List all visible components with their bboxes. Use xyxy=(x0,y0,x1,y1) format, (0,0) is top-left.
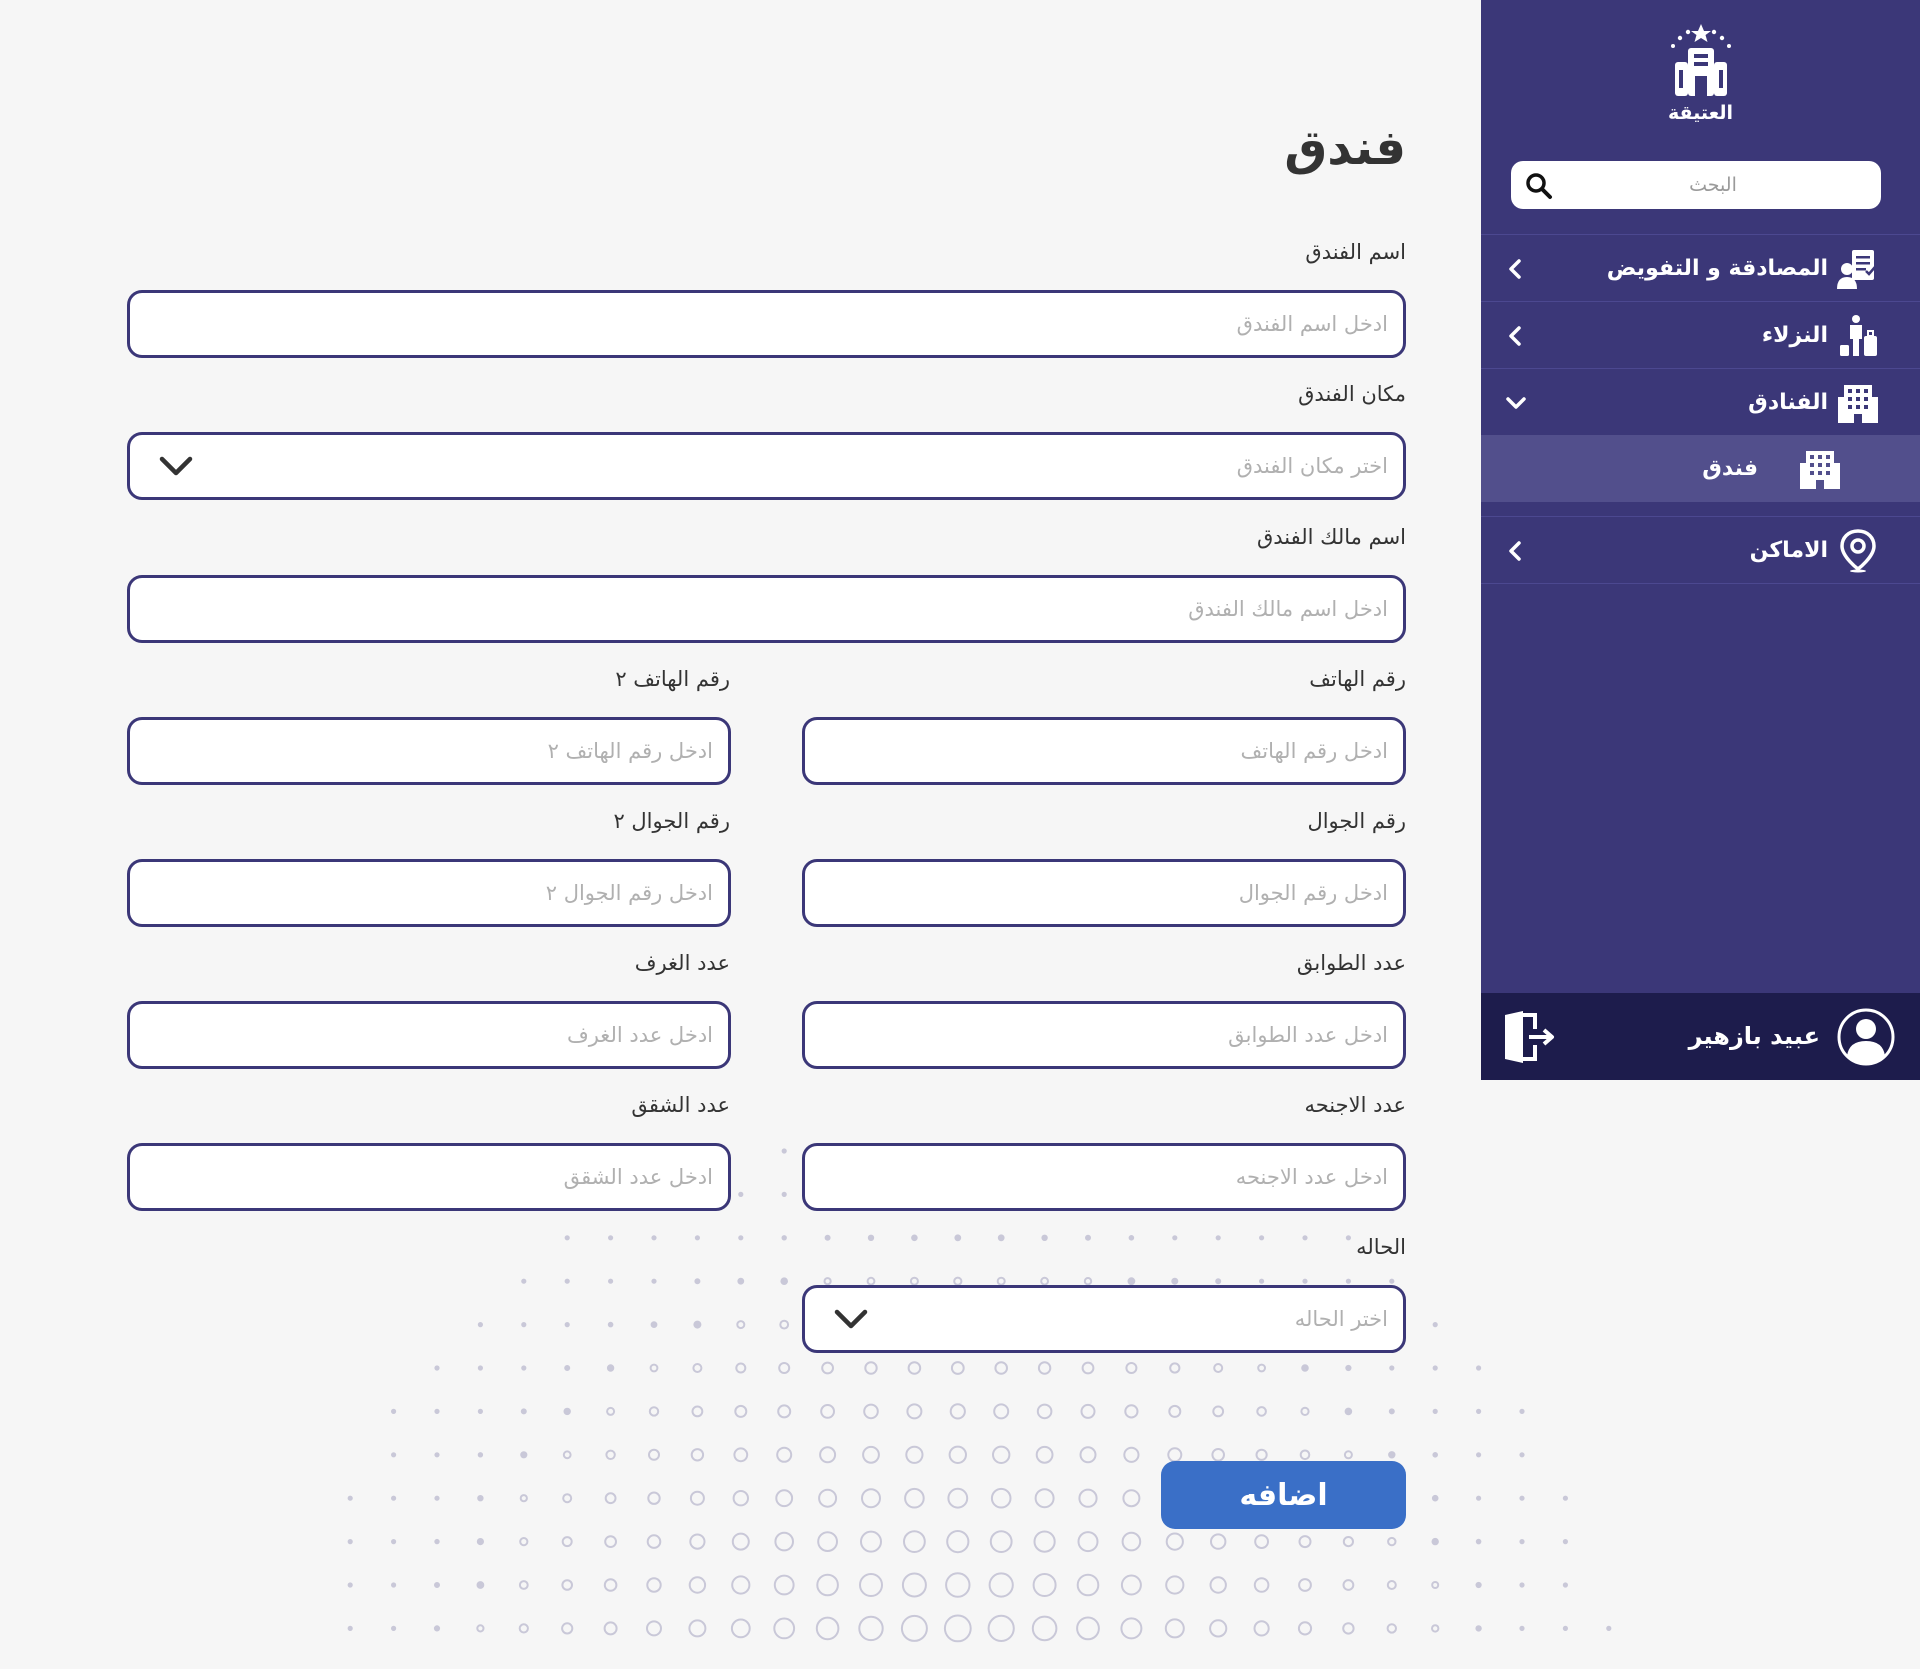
owner-name-label: اسم مالك الفندق xyxy=(1256,525,1406,549)
phone2-label: رقم الهاتف ٢ xyxy=(615,667,730,691)
sidebar-item-auth[interactable]: المصادقة و التفويض xyxy=(1481,234,1920,301)
mobile2-label: رقم الجوال ٢ xyxy=(613,809,730,833)
hotel-name-field xyxy=(127,290,1406,358)
background-dot xyxy=(1519,1408,1525,1415)
background-dot xyxy=(1562,1495,1569,1501)
location-pin-icon xyxy=(1840,529,1876,573)
background-dot xyxy=(1519,1582,1525,1588)
sidebar-item-label: المصادقة و التفويض xyxy=(1606,256,1828,281)
hotel-location-placeholder: اختر مكان الفندق xyxy=(1236,454,1388,478)
apartments-label: عدد الشقق xyxy=(631,1093,730,1117)
mobile-field xyxy=(802,859,1406,927)
building-icon xyxy=(1838,385,1878,423)
phone-input[interactable] xyxy=(805,720,1403,782)
phone2-field xyxy=(127,717,731,785)
suites-label: عدد الاجنحه xyxy=(1304,1093,1406,1117)
background-dot xyxy=(1562,1539,1569,1545)
owner-name-field xyxy=(127,575,1406,643)
chevron-left-icon xyxy=(1509,326,1521,346)
chevron-left-icon xyxy=(1509,541,1521,561)
mobile-label: رقم الجوال xyxy=(1307,809,1406,833)
sidebar-item-label: الفنادق xyxy=(1748,390,1828,415)
background-dot xyxy=(1562,1625,1569,1632)
status-placeholder: اختر الحاله xyxy=(1294,1307,1388,1331)
search-box xyxy=(1511,161,1881,209)
floors-label: عدد الطوابق xyxy=(1296,951,1406,975)
background-dot xyxy=(1519,1625,1525,1632)
background-dot xyxy=(1519,1495,1525,1501)
hotel-location-select[interactable]: اختر مكان الفندق xyxy=(127,432,1406,500)
rooms-field xyxy=(127,1001,731,1069)
user-name: عبيد بازهير xyxy=(1688,1022,1820,1050)
document-user-icon xyxy=(1837,250,1876,289)
sidebar: العتيقة المصادقة و التفويض xyxy=(1481,0,1920,1080)
phone2-input[interactable] xyxy=(130,720,728,782)
suites-input[interactable] xyxy=(805,1146,1403,1208)
background-dot xyxy=(1562,1582,1569,1588)
mobile2-input[interactable] xyxy=(130,862,728,924)
mobile2-field xyxy=(127,859,731,927)
logout-icon[interactable] xyxy=(1501,1011,1557,1063)
chevron-left-icon xyxy=(1509,259,1521,279)
building-icon xyxy=(1800,451,1840,489)
suites-field xyxy=(802,1143,1406,1211)
background-dot xyxy=(1519,1539,1525,1545)
background-dot xyxy=(1606,1625,1612,1632)
logo-text: العتيقة xyxy=(1667,102,1734,124)
user-avatar-icon[interactable] xyxy=(1837,1008,1895,1066)
sidebar-item-guests[interactable]: النزلاء xyxy=(1481,301,1920,368)
rooms-label: عدد الغرف xyxy=(634,951,730,975)
phone-field xyxy=(802,717,1406,785)
chevron-down-icon xyxy=(1506,397,1526,409)
mobile-input[interactable] xyxy=(805,862,1403,924)
phone-label: رقم الهاتف xyxy=(1309,667,1406,691)
sidebar-item-places[interactable]: الاماكن xyxy=(1481,516,1920,583)
hotel-name-input[interactable] xyxy=(130,293,1403,355)
status-select[interactable]: اختر الحاله xyxy=(802,1285,1406,1353)
sidebar-subitem-label: فندق xyxy=(1702,456,1758,481)
background-dot xyxy=(1519,1452,1525,1458)
sidebar-subitem-hotel[interactable]: فندق xyxy=(1481,435,1920,502)
user-bar: عبيد بازهير xyxy=(1481,993,1920,1080)
hotel-location-label: مكان الفندق xyxy=(1298,382,1406,406)
traveler-luggage-icon xyxy=(1840,315,1877,356)
search-input[interactable] xyxy=(1563,161,1863,209)
chevron-down-icon[interactable] xyxy=(158,453,194,479)
sidebar-item-label: الاماكن xyxy=(1749,538,1828,563)
hotel-name-label: اسم الفندق xyxy=(1305,240,1406,264)
divider xyxy=(1481,583,1920,584)
sidebar-item-hotels[interactable]: الفنادق xyxy=(1481,368,1920,435)
search-icon[interactable] xyxy=(1525,172,1553,200)
hotel-logo-icon xyxy=(1670,24,1731,96)
rooms-input[interactable] xyxy=(130,1004,728,1066)
owner-name-input[interactable] xyxy=(130,578,1403,640)
apartments-field xyxy=(127,1143,731,1211)
floors-input[interactable] xyxy=(805,1004,1403,1066)
floors-field xyxy=(802,1001,1406,1069)
logo: العتيقة xyxy=(1481,22,1920,124)
apartments-input[interactable] xyxy=(130,1146,728,1208)
add-button[interactable]: اضافه xyxy=(1161,1461,1406,1529)
chevron-down-icon[interactable] xyxy=(833,1306,869,1332)
sidebar-item-label: النزلاء xyxy=(1761,323,1828,348)
status-label: الحاله xyxy=(1356,1235,1406,1259)
